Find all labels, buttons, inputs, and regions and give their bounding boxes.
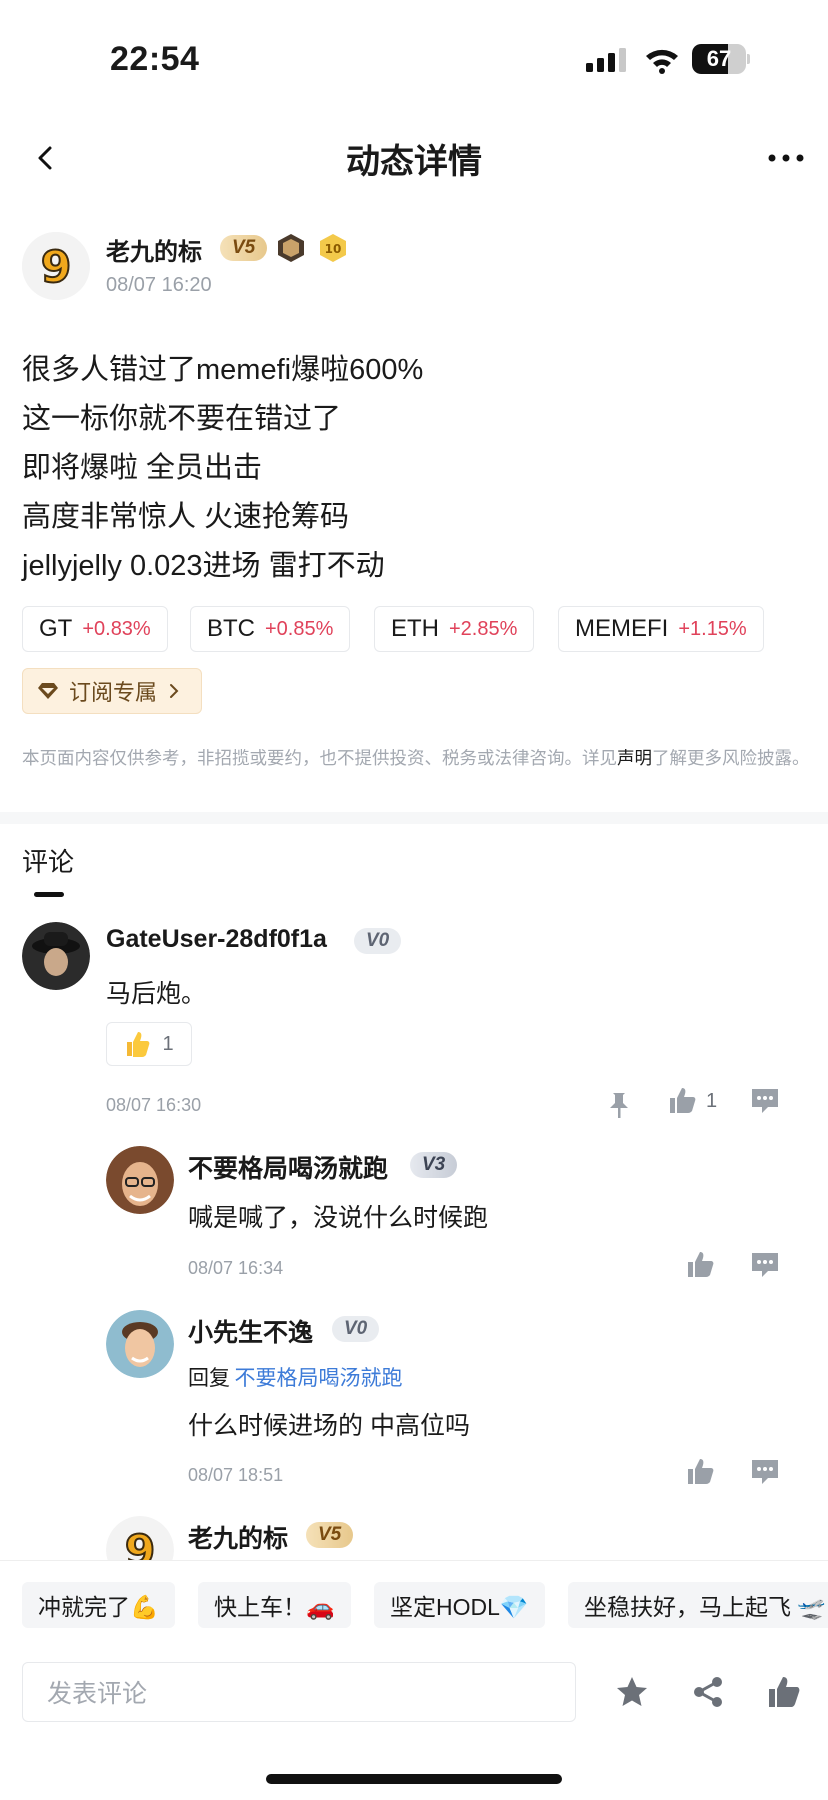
coin-chip-gt[interactable]: GT +0.83% (22, 606, 168, 652)
star-icon[interactable] (614, 1674, 650, 1710)
comment-text: 马后炮。 (106, 980, 207, 1008)
commenter-name[interactable]: 老九的标 (188, 1519, 288, 1555)
coin-chip-btc[interactable]: BTC +0.85% (190, 606, 351, 652)
commenter-avatar[interactable] (106, 1146, 174, 1214)
page-title: 动态详情 (346, 143, 482, 181)
share-icon[interactable] (690, 1674, 726, 1710)
like-icon[interactable] (766, 1674, 802, 1710)
emoji-reaction[interactable]: 1 (106, 1022, 192, 1066)
level-badge: V0 (354, 928, 402, 954)
commenter-name[interactable]: 小先生不逸 (188, 1313, 313, 1349)
coin-symbol: ETH (391, 615, 439, 642)
chevron-right-icon (170, 684, 179, 698)
like-icon[interactable] (686, 1457, 716, 1487)
diamond-icon (38, 683, 58, 699)
quick-reply-chip[interactable]: 坐稳扶好，马上起飞 🛫 (568, 1582, 828, 1628)
level-badge: V3 (410, 1152, 458, 1178)
reply-prefix: 回复 (188, 1367, 230, 1390)
level-badge: V5 (306, 1522, 354, 1548)
like-count: 1 (706, 1090, 718, 1112)
commenter-name[interactable]: 不要格局喝汤就跑 (188, 1149, 388, 1185)
quick-reply-chip[interactable]: 快上车！🚗 (198, 1582, 351, 1628)
comment-time: 08/07 16:34 (188, 1258, 284, 1278)
coin-change: +0.83% (82, 617, 151, 640)
coin-change: +1.15% (678, 617, 747, 640)
coin-chip-eth[interactable]: ETH +2.85% (374, 606, 535, 652)
coin-symbol: MEMEFI (575, 615, 669, 642)
comment-time: 08/07 16:30 (106, 1095, 202, 1115)
rank-shield-icon (278, 234, 304, 262)
post-text-line: 很多人错过了memefi爆啦600% (22, 354, 424, 386)
level-medal-icon: 10 (320, 234, 346, 262)
disclaimer-text: 了解更多风险披露。 (652, 748, 810, 768)
disclaimer-link[interactable]: 声明 (617, 748, 652, 768)
reply-line: 回复 不要格局喝汤就跑 (188, 1362, 402, 1392)
commenter-name[interactable]: GateUser-28df0f1a (106, 925, 327, 954)
coin-chip-memefi[interactable]: MEMEFI +1.15% (558, 606, 764, 652)
level-badge: V0 (332, 1316, 380, 1342)
medal-level: 10 (325, 242, 342, 256)
commenter-avatar[interactable] (106, 1310, 174, 1378)
post-text-line: 即将爆啦 全员出击 (22, 452, 263, 484)
battery-indicator: 67 (692, 44, 750, 74)
level-badge: V5 (220, 235, 268, 261)
reply-icon[interactable] (750, 1457, 780, 1487)
author-name[interactable]: 老九的标 (106, 232, 202, 267)
thumbs-up-emoji-icon (127, 1032, 150, 1057)
commenter-avatar[interactable] (22, 922, 90, 990)
like-icon[interactable] (668, 1086, 698, 1116)
disclaimer: 本页面内容仅供参考，非招揽或要约，也不提供投资、税务或法律咨询。详见声明了解更多… (22, 746, 812, 770)
signal-icon (586, 48, 626, 72)
disclaimer-text: 本页面内容仅供参考，非招揽或要约，也不提供投资、税务或法律咨询。详见 (22, 748, 617, 768)
tab-underline (34, 892, 64, 897)
comments-tab[interactable]: 评论 (22, 842, 74, 879)
comment-input[interactable]: 发表评论 (22, 1662, 576, 1722)
wifi-icon (646, 49, 678, 74)
coin-symbol: BTC (207, 615, 255, 642)
reaction-count: 1 (162, 1032, 174, 1055)
comment-text: 什么时候进场的 中高位吗 (188, 1412, 470, 1440)
coin-change: +0.85% (265, 617, 334, 640)
post-time: 08/07 16:20 (106, 274, 212, 296)
reply-target-link[interactable]: 不要格局喝汤就跑 (234, 1367, 402, 1390)
subscribe-label: 订阅专属 (69, 680, 158, 705)
section-divider (0, 812, 828, 824)
status-time: 22:54 (110, 40, 200, 78)
reply-icon[interactable] (750, 1086, 780, 1116)
post-text-line: 这一标你就不要在错过了 (22, 403, 342, 435)
post-text-line: 高度非常惊人 火速抢筹码 (22, 501, 350, 533)
comment-time: 08/07 18:51 (188, 1465, 284, 1485)
like-icon[interactable] (686, 1250, 716, 1280)
quick-reply-chip[interactable]: 坚定HODL💎 (374, 1582, 545, 1628)
coin-change: +2.85% (449, 617, 518, 640)
avatar-glyph: 9 (41, 242, 72, 293)
post-text-line: jellyjelly 0.023进场 雷打不动 (22, 550, 385, 582)
more-button[interactable] (766, 148, 806, 168)
author-avatar[interactable]: 9 (22, 232, 90, 300)
coin-symbol: GT (39, 615, 73, 642)
pin-icon[interactable] (604, 1090, 634, 1120)
reply-icon[interactable] (750, 1250, 780, 1280)
quick-reply-chip[interactable]: 冲就完了💪 (22, 1582, 175, 1628)
battery-percent: 67 (706, 46, 732, 71)
subscribe-button[interactable]: 订阅专属 (22, 668, 202, 714)
comment-text: 喊是喊了，没说什么时候跑 (188, 1204, 489, 1232)
home-indicator (266, 1774, 562, 1784)
